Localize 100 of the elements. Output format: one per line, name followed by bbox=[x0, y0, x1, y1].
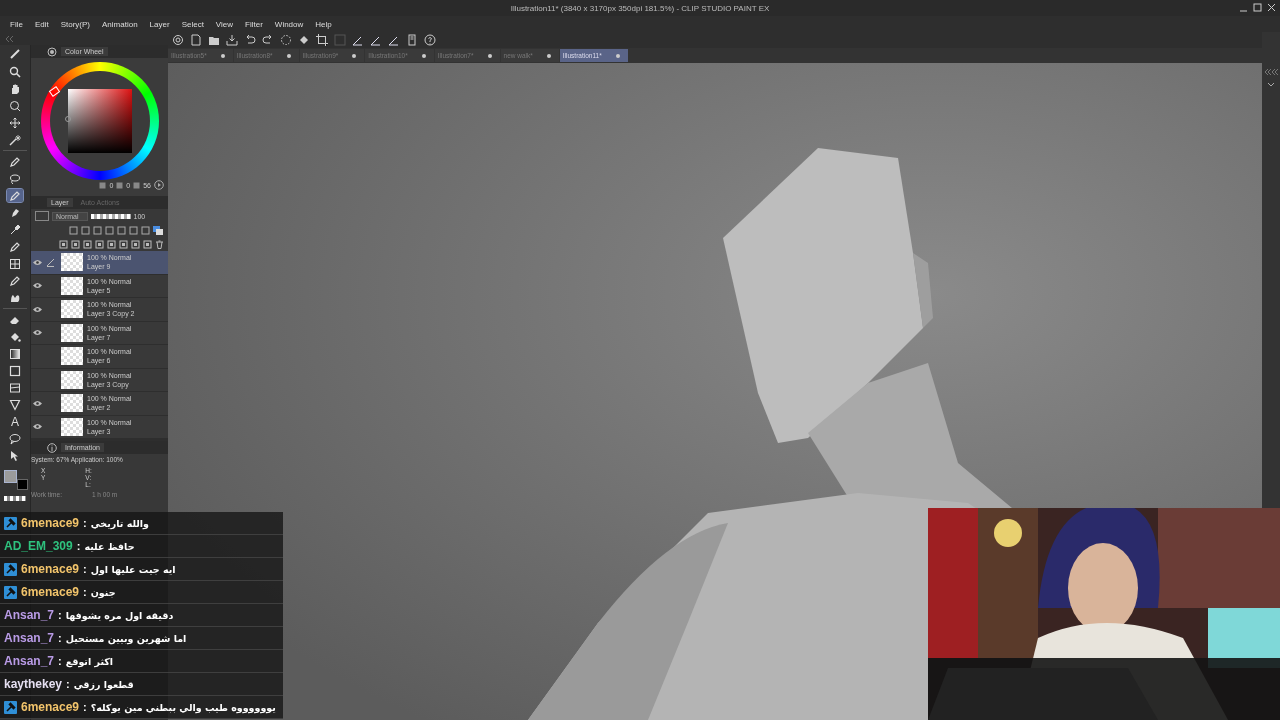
main-color-swatch[interactable] bbox=[4, 470, 17, 483]
marker-icon bbox=[9, 206, 21, 219]
undo-icon[interactable] bbox=[244, 34, 256, 46]
menu-item[interactable]: Help bbox=[309, 19, 338, 29]
info-icon bbox=[47, 442, 57, 453]
close-dot-icon[interactable] bbox=[286, 53, 291, 58]
eye-icon[interactable] bbox=[32, 423, 43, 431]
move-icon bbox=[9, 116, 21, 129]
separator: : bbox=[66, 678, 70, 690]
chat-text: جنون bbox=[90, 586, 116, 598]
close-dot-icon[interactable] bbox=[615, 53, 620, 58]
color-wheel-icon bbox=[47, 46, 57, 57]
layer-thumbnail bbox=[61, 300, 83, 319]
channel-icon bbox=[133, 181, 141, 189]
chat-text: دقيقه اول مره يشوفها bbox=[65, 609, 174, 621]
eye-icon[interactable] bbox=[32, 282, 43, 290]
layer-thumbnail bbox=[61, 323, 83, 342]
separator: : bbox=[83, 701, 87, 713]
layer-thumbnail bbox=[61, 347, 83, 366]
eye-icon[interactable] bbox=[32, 305, 43, 313]
tool-button[interactable] bbox=[7, 65, 23, 78]
spinner-icon[interactable] bbox=[280, 34, 292, 46]
square-icon bbox=[9, 364, 21, 377]
folder-icon[interactable] bbox=[208, 34, 220, 46]
help-icon[interactable] bbox=[424, 34, 436, 46]
pen-icon[interactable] bbox=[9, 48, 21, 60]
chat-username: Ansan_7 bbox=[4, 608, 55, 622]
chat-text: ايه جيت عليها اول bbox=[90, 563, 176, 575]
saturation-square[interactable] bbox=[67, 89, 132, 153]
crop-icon[interactable] bbox=[316, 34, 328, 46]
close-dot-icon[interactable] bbox=[546, 53, 551, 58]
collapse-icon[interactable] bbox=[4, 34, 14, 43]
menu-item[interactable]: Layer bbox=[143, 19, 176, 29]
separator: : bbox=[83, 563, 87, 575]
opacity-slider[interactable] bbox=[90, 213, 131, 219]
globe-icon bbox=[9, 99, 21, 112]
eye-icon[interactable] bbox=[32, 399, 43, 407]
pen-icon[interactable] bbox=[370, 34, 382, 46]
redo-icon[interactable] bbox=[262, 34, 274, 46]
channel-icon bbox=[116, 181, 124, 189]
pen-icon[interactable] bbox=[352, 34, 364, 46]
chat-text: قطعوا رزقي bbox=[73, 678, 134, 690]
collapse-icon[interactable] bbox=[1264, 68, 1278, 76]
menu-item[interactable]: Edit bbox=[28, 19, 55, 29]
separator: : bbox=[58, 655, 62, 667]
tool-button[interactable] bbox=[7, 381, 23, 394]
close-dot-icon[interactable] bbox=[220, 53, 225, 58]
lasso-icon bbox=[9, 172, 21, 185]
separator: : bbox=[83, 586, 87, 598]
pointer-icon bbox=[9, 449, 21, 462]
transparent-swatch[interactable] bbox=[4, 496, 26, 501]
dropper-icon bbox=[9, 223, 21, 236]
close-dot-icon[interactable] bbox=[421, 53, 426, 58]
tablet-icon[interactable] bbox=[406, 34, 418, 46]
tool-button[interactable] bbox=[7, 189, 23, 202]
layer-thumbnail bbox=[61, 276, 83, 295]
tool-button[interactable] bbox=[7, 133, 23, 146]
sub-color-swatch[interactable] bbox=[17, 479, 28, 490]
trash-icon[interactable] bbox=[155, 239, 164, 249]
pen-icon[interactable] bbox=[388, 34, 400, 46]
chat-username: AD_EM_309 bbox=[4, 539, 73, 553]
text-tool[interactable]: A bbox=[7, 415, 23, 428]
maximize-icon[interactable] bbox=[1253, 3, 1262, 12]
window-title: Illustration11* (3840 x 3170px 350dpi 181.5%) - CLIP STUDIO PAINT EX bbox=[510, 3, 770, 13]
menu-item[interactable]: Filter bbox=[239, 19, 269, 29]
close-dot-icon[interactable] bbox=[487, 53, 492, 58]
chat-text: اما شهرين وبيين مستحيل bbox=[65, 632, 187, 644]
tool-button[interactable] bbox=[7, 257, 23, 270]
menu-item[interactable]: Window bbox=[268, 19, 310, 29]
layer-color-icon[interactable] bbox=[153, 225, 164, 235]
tool-button[interactable] bbox=[7, 172, 23, 185]
pen-icon bbox=[9, 155, 21, 168]
menu-item[interactable]: File bbox=[4, 19, 29, 29]
tool-button[interactable] bbox=[7, 364, 23, 377]
menu-item[interactable]: Story(P) bbox=[54, 19, 97, 29]
menu-item[interactable]: Animation bbox=[96, 19, 144, 29]
close-dot-icon[interactable] bbox=[352, 53, 357, 58]
tool-button[interactable] bbox=[7, 116, 23, 129]
chat-text: والله تاريخي bbox=[90, 517, 150, 529]
tool-button[interactable] bbox=[7, 99, 23, 112]
swirl-icon[interactable] bbox=[172, 34, 184, 46]
grid-icon bbox=[9, 257, 21, 270]
play-icon[interactable] bbox=[154, 180, 164, 190]
eye-icon[interactable] bbox=[32, 329, 43, 337]
new-file-icon[interactable] bbox=[190, 34, 202, 46]
menu-item[interactable]: Select bbox=[175, 19, 210, 29]
wand-icon bbox=[9, 133, 21, 146]
tool-button[interactable] bbox=[7, 347, 23, 360]
pen-icon bbox=[9, 240, 21, 253]
balloon-icon bbox=[9, 432, 21, 445]
save-icon[interactable] bbox=[226, 34, 238, 46]
chat-username: kaythekey bbox=[4, 677, 63, 691]
close-icon[interactable] bbox=[1267, 3, 1276, 12]
tool-button[interactable] bbox=[7, 432, 23, 445]
eye-icon[interactable] bbox=[32, 258, 43, 266]
hand-icon bbox=[9, 82, 21, 95]
dropdown[interactable] bbox=[35, 211, 49, 221]
menu-item[interactable]: View bbox=[209, 19, 240, 29]
gradient-icon bbox=[9, 347, 21, 360]
chevron-down-icon[interactable] bbox=[1267, 82, 1275, 88]
